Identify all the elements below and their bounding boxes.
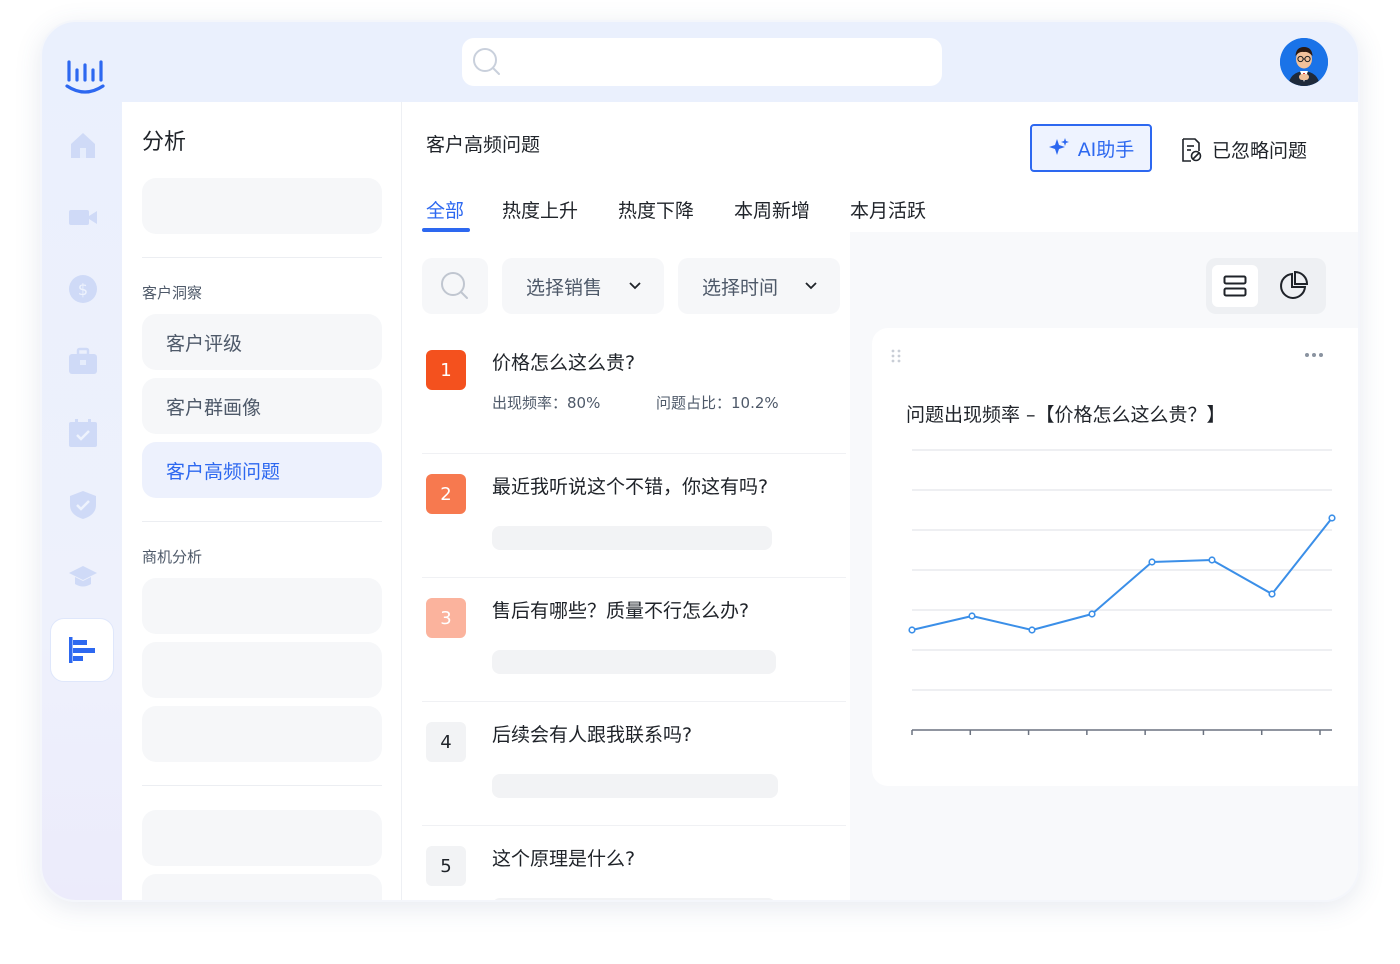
graduation-cap-icon[interactable] <box>68 562 98 592</box>
dollar-icon[interactable]: $ <box>68 274 98 304</box>
question-item[interactable]: 4 后续会有人跟我联系吗? <box>422 702 846 826</box>
tab-all[interactable]: 全部 <box>426 196 464 223</box>
question-item[interactable]: 3 售后有哪些？质量不行怎么办? <box>422 578 846 702</box>
sidebar-item-frequent-questions[interactable]: 客户高频问题 <box>142 442 382 498</box>
sidebar-divider <box>142 257 382 258</box>
ai-assistant-button[interactable]: AI助手 <box>1030 124 1152 172</box>
video-icon[interactable] <box>68 202 98 232</box>
question-meta-placeholder <box>492 650 776 674</box>
data-point <box>1088 610 1096 618</box>
question-text: 后续会有人跟我联系吗? <box>492 724 693 746</box>
svg-text:$: $ <box>78 280 88 299</box>
question-text: 售后有哪些？质量不行怎么办? <box>492 600 750 622</box>
data-point <box>1208 556 1216 564</box>
shield-icon[interactable] <box>68 490 98 520</box>
tab-active-this-month[interactable]: 本月活跃 <box>850 196 926 223</box>
sidebar-divider <box>142 785 382 786</box>
app-window: $ 分析 客户洞察 客户评级 客户群画像 客户高频问题 商机分析 客户高频问题 … <box>40 20 1360 902</box>
app-logo-icon[interactable] <box>64 56 106 98</box>
sidebar-title: 分析 <box>142 130 187 155</box>
question-text: 价格怎么这么贵? <box>492 352 636 374</box>
section-label-opportunity-analysis: 商机分析 <box>142 548 203 566</box>
more-options-icon[interactable] <box>1304 352 1324 358</box>
tab-trending-down[interactable]: 热度下降 <box>618 196 694 223</box>
user-avatar[interactable] <box>1280 38 1328 86</box>
search-icon <box>473 48 500 75</box>
rank-badge: 1 <box>426 350 466 390</box>
nav-analysis-active[interactable] <box>50 618 114 682</box>
sidebar-placeholder-item[interactable] <box>142 706 382 762</box>
rank-badge: 5 <box>426 846 466 886</box>
question-item[interactable]: 2 最近我听说这个不错，你这有吗? <box>422 454 846 578</box>
chart-card: 问题出现频率 –【价格怎么这么贵？】 <box>872 328 1358 786</box>
data-point <box>1328 514 1336 522</box>
search-input[interactable] <box>502 38 942 86</box>
data-point <box>1028 626 1036 634</box>
sidebar-item-customer-rating[interactable]: 客户评级 <box>142 314 382 370</box>
briefcase-icon[interactable] <box>68 346 98 376</box>
line-chart <box>908 449 1336 735</box>
rank-badge: 3 <box>426 598 466 638</box>
calendar-check-icon[interactable] <box>68 418 98 448</box>
list-view-button[interactable] <box>1212 265 1258 307</box>
tab-new-this-week[interactable]: 本周新增 <box>734 196 810 223</box>
global-search[interactable] <box>462 38 942 86</box>
data-point <box>968 612 976 620</box>
content-panel: 分析 客户洞察 客户评级 客户群画像 客户高频问题 商机分析 客户高频问题 AI… <box>122 102 1358 900</box>
sidebar-placeholder-item[interactable] <box>142 642 382 698</box>
ignored-link-label: 已忽略问题 <box>1212 140 1308 162</box>
chevron-down-icon <box>629 282 641 290</box>
pie-view-button[interactable] <box>1270 265 1316 307</box>
rank-badge: 4 <box>426 722 466 762</box>
ai-button-label: AI助手 <box>1077 138 1135 161</box>
question-text: 最近我听说这个不错，你这有吗? <box>492 476 769 498</box>
home-icon[interactable] <box>68 130 98 160</box>
secondary-sidebar: 分析 客户洞察 客户评级 客户群画像 客户高频问题 商机分析 <box>122 102 402 900</box>
section-label-customer-insight: 客户洞察 <box>142 284 203 302</box>
sparkle-icon <box>1048 138 1069 155</box>
chevron-down-icon <box>805 282 817 290</box>
data-point <box>1148 558 1156 566</box>
time-select-label: 选择时间 <box>702 276 779 299</box>
sales-select-label: 选择销售 <box>526 276 603 299</box>
sidebar-placeholder-item[interactable] <box>142 578 382 634</box>
question-item[interactable]: 5 这个原理是什么? <box>422 826 846 900</box>
data-point <box>1268 590 1276 598</box>
question-search-button[interactable] <box>422 258 488 314</box>
view-toggle <box>1206 258 1326 314</box>
question-share: 问题占比：10.2% <box>656 394 779 412</box>
question-text: 这个原理是什么? <box>492 848 636 870</box>
document-ignore-icon <box>1182 137 1202 162</box>
ignored-questions-link[interactable]: 已忽略问题 <box>1180 136 1307 163</box>
search-icon <box>441 272 468 299</box>
data-point <box>908 626 916 634</box>
time-select[interactable]: 选择时间 <box>678 258 840 314</box>
tab-trending-up[interactable]: 热度上升 <box>502 196 578 223</box>
bar-chart-icon <box>69 637 95 663</box>
page-title: 客户高频问题 <box>426 134 541 156</box>
sales-select[interactable]: 选择销售 <box>502 258 664 314</box>
sidebar-placeholder-item[interactable] <box>142 810 382 866</box>
chart-title: 问题出现频率 –【价格怎么这么贵？】 <box>906 404 1226 426</box>
series-line <box>911 517 1333 631</box>
sidebar-placeholder-item[interactable] <box>142 874 382 900</box>
drag-handle-icon[interactable] <box>890 348 902 364</box>
list-view-icon <box>1223 275 1247 297</box>
sidebar-item-customer-profile[interactable]: 客户群画像 <box>142 378 382 434</box>
question-frequency: 出现频率：80% <box>492 394 601 412</box>
chart-panel: 问题出现频率 –【价格怎么这么贵？】 <box>850 232 1358 900</box>
rank-badge: 2 <box>426 474 466 514</box>
sidebar-placeholder-item[interactable] <box>142 178 382 234</box>
question-meta-placeholder <box>492 526 772 550</box>
pie-chart-icon <box>1280 271 1308 299</box>
avatar-person-icon <box>1280 38 1328 86</box>
question-meta-placeholder <box>492 774 778 798</box>
question-item[interactable]: 1 价格怎么这么贵? 出现频率：80% 问题占比：10.2% <box>422 330 846 454</box>
question-meta-placeholder <box>492 898 776 900</box>
sidebar-divider <box>142 521 382 522</box>
